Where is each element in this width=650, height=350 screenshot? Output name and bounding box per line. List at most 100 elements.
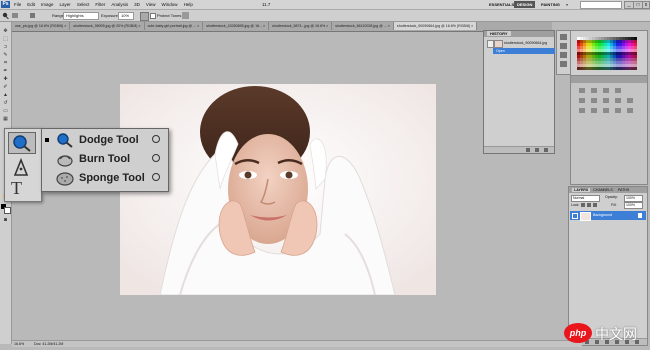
- background-color-swatch[interactable]: [4, 207, 11, 214]
- brush-tool-icon[interactable]: ✐: [2, 84, 9, 90]
- flyout-item-burn[interactable]: Burn Tool: [42, 150, 168, 168]
- selected-bullet: [45, 138, 49, 142]
- zoom-readout[interactable]: 11.7: [262, 2, 270, 7]
- crop-tool-icon[interactable]: ⌗: [2, 60, 9, 66]
- tab-document-active[interactable]: shutterstock_90090664.jpg @ 16.6% (RGB/8…: [393, 22, 478, 30]
- brightness-icon[interactable]: [579, 88, 585, 93]
- fill-field[interactable]: 100%: [624, 202, 643, 209]
- swatches-panel-icon[interactable]: [560, 43, 567, 49]
- new-document-icon[interactable]: [526, 148, 530, 152]
- history-panel: HISTORY shutterstock_90090664.jpg Open: [483, 30, 555, 154]
- tab-paths[interactable]: PATHS: [616, 188, 631, 192]
- swatch-cell[interactable]: [634, 67, 637, 70]
- status-zoom[interactable]: 16.6%: [14, 341, 24, 347]
- tab-layers[interactable]: LAYERS: [572, 188, 591, 192]
- invert-icon[interactable]: [579, 108, 585, 113]
- protect-tones-checkbox[interactable]: [150, 13, 156, 19]
- menu-analysis[interactable]: Analysis: [111, 2, 128, 7]
- color-balance-icon[interactable]: [603, 98, 609, 103]
- dodge-icon: [56, 132, 74, 148]
- layer-row-background[interactable]: Background: [570, 211, 646, 221]
- healing-tool-icon[interactable]: ✚: [2, 76, 9, 82]
- black-white-icon[interactable]: [615, 98, 621, 103]
- levels-icon[interactable]: [591, 88, 597, 93]
- dodge-tool-preset-icon[interactable]: [2, 12, 9, 20]
- sponge-icon: [56, 170, 74, 186]
- gradient-map-icon[interactable]: [615, 108, 621, 113]
- workspace-painting[interactable]: PAINTING: [538, 1, 563, 8]
- menu-file[interactable]: File: [14, 2, 21, 7]
- trash-icon[interactable]: [544, 148, 548, 152]
- swatch-grid[interactable]: [577, 37, 637, 70]
- menu-select[interactable]: Select: [77, 2, 90, 7]
- lasso-tool-icon[interactable]: ↄ: [2, 44, 9, 50]
- flyout-item-sponge[interactable]: Sponge Tool: [42, 169, 168, 187]
- layer-thumbnail: [580, 212, 591, 221]
- history-snapshot[interactable]: shutterstock_90090664.jpg: [486, 39, 552, 48]
- eyedropper-tool-icon[interactable]: ✒: [2, 68, 9, 74]
- tab-history[interactable]: HISTORY: [487, 31, 511, 36]
- workspace-design[interactable]: DESIGN: [514, 1, 536, 8]
- menu-help[interactable]: Help: [184, 2, 193, 7]
- shortcut-key-icon: [152, 173, 160, 181]
- brush-preset-icon[interactable]: [12, 13, 18, 18]
- tab-document[interactable]: shutterstock_43260895.jpg @ 16... ×: [203, 22, 270, 30]
- search-field[interactable]: [580, 1, 622, 9]
- move-tool-icon[interactable]: ✥: [2, 28, 9, 34]
- lock-all-icon[interactable]: [593, 203, 597, 207]
- lock-pixels-icon[interactable]: [581, 203, 585, 207]
- posterize-icon[interactable]: [591, 108, 597, 113]
- styles-panel-icon[interactable]: [560, 52, 567, 58]
- opacity-field[interactable]: 100%: [624, 195, 643, 202]
- new-snapshot-icon[interactable]: [535, 148, 539, 152]
- exposure-icon[interactable]: [615, 88, 621, 93]
- menu-layer[interactable]: Layer: [60, 2, 71, 7]
- photo-filter-icon[interactable]: [627, 98, 633, 103]
- menu-filter[interactable]: Filter: [95, 2, 105, 7]
- workspace-essentials[interactable]: ESSENTIALS: [486, 1, 517, 8]
- color-panel-icon[interactable]: [560, 34, 567, 40]
- tab-document[interactable]: shutterstock_66110028.jpg @ ... ×: [332, 22, 394, 30]
- quick-select-tool-icon[interactable]: ✎: [2, 52, 9, 58]
- menu-3d[interactable]: 3D: [134, 2, 140, 7]
- history-item-open[interactable]: Open: [493, 48, 555, 54]
- eraser-tool-icon[interactable]: ▭: [2, 108, 9, 114]
- type-tool-icon[interactable]: T: [11, 179, 35, 197]
- blend-mode-select[interactable]: Normal: [571, 195, 600, 202]
- visibility-eye-icon[interactable]: [572, 213, 578, 219]
- tab-document[interactable]: cute-baby-girl-portrait.jpg @ ... ×: [145, 22, 204, 30]
- clone-stamp-tool-icon[interactable]: ▲: [2, 92, 9, 98]
- history-brush-tool-icon[interactable]: ↺: [2, 100, 9, 106]
- marquee-tool-icon[interactable]: ⬚: [2, 36, 9, 42]
- menu-window[interactable]: Window: [162, 2, 178, 7]
- tab-document[interactable]: shutterstock_98905.jpg @ 20% (RGB/8) ×: [70, 22, 145, 30]
- tab-document[interactable]: shutterstock_5874...jpg @ 16.6% ×: [269, 22, 333, 30]
- menu-image[interactable]: Image: [41, 2, 54, 7]
- hue-saturation-icon[interactable]: [591, 98, 597, 103]
- exposure-field[interactable]: 10%: [118, 12, 134, 20]
- workspace-more[interactable]: »: [563, 1, 571, 8]
- tablet-pressure-icon[interactable]: [182, 12, 189, 19]
- app-logo[interactable]: Ps: [1, 1, 10, 8]
- history-panel-header: HISTORY: [484, 31, 554, 37]
- close-button[interactable]: x: [642, 1, 650, 9]
- airbrush-icon[interactable]: [140, 12, 149, 21]
- adjustments-panel-icon[interactable]: [560, 61, 567, 67]
- vibrance-icon[interactable]: [579, 98, 585, 103]
- curves-icon[interactable]: [603, 88, 609, 93]
- selective-color-icon[interactable]: [627, 108, 633, 113]
- pen-tool-icon[interactable]: [9, 157, 35, 177]
- tab-channels[interactable]: CHANNELS: [591, 188, 615, 192]
- tab-document[interactable]: use_pic.jpg @ 16.6% (RGB/8) ×: [12, 22, 71, 30]
- flyout-item-dodge[interactable]: Dodge Tool: [42, 131, 168, 149]
- threshold-icon[interactable]: [603, 108, 609, 113]
- fill-label: Fill:: [611, 203, 617, 207]
- dodge-tool-button[interactable]: [8, 132, 36, 154]
- quick-mask-icon[interactable]: ◙: [2, 217, 9, 223]
- brush-panel-icon[interactable]: [30, 13, 35, 18]
- menu-edit[interactable]: Edit: [27, 2, 35, 7]
- range-select[interactable]: Highlights: [63, 12, 99, 20]
- gradient-tool-icon[interactable]: ▦: [2, 116, 9, 122]
- lock-position-icon[interactable]: [587, 203, 591, 207]
- menu-view[interactable]: View: [146, 2, 156, 7]
